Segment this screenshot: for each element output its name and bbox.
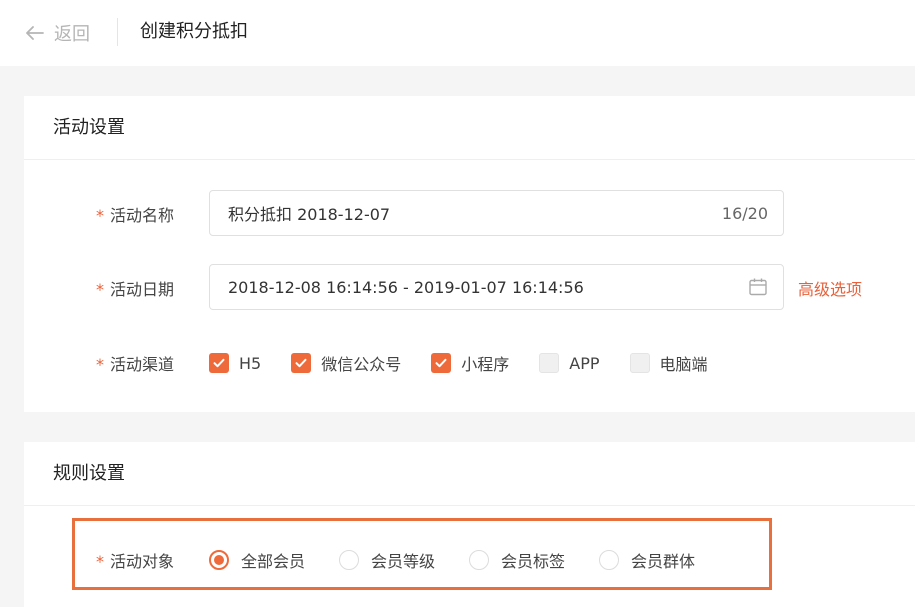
checkbox-label: H5 [239,353,262,373]
rule-settings-card: 规则设置 * 活动对象 全部会员 会员等级 会员标签 会员群体 [24,442,915,607]
radio-label: 全部会员 [241,552,306,571]
checkbox-label: APP [569,353,600,373]
radio-member-tag[interactable]: 会员标签 [469,548,565,572]
header-divider [117,18,118,46]
target-radio-group: 全部会员 会员等级 会员标签 会员群体 [209,548,729,572]
channel-checkbox-group: H5 微信公众号 小程序 APP 电脑端 [209,351,738,375]
activity-name-value: 积分抵扣 2018-12-07 [228,205,391,224]
activity-date-range-picker[interactable]: 2018-12-08 16:14:56 - 2019-01-07 16:14:5… [209,264,784,310]
required-mark: * [96,280,104,299]
checkbox-h5[interactable]: H5 [209,353,261,373]
activity-name-label-text: 活动名称 [110,206,175,225]
radio-member-group[interactable]: 会员群体 [599,548,695,572]
activity-name-label: * 活动名称 [96,202,206,226]
checkbox-mini-program[interactable]: 小程序 [431,351,509,375]
activity-settings-title: 活动设置 [24,96,915,160]
activity-channel-label: * 活动渠道 [96,351,206,375]
checkbox-checked-icon [431,353,452,373]
checkbox-label: 微信公众号 [321,355,402,374]
checkbox-checked-icon [291,353,312,373]
char-count: 16/20 [721,203,768,223]
back-label: 返回 [54,24,90,45]
arrow-left-icon [26,26,44,40]
checkbox-unchecked-icon [629,353,650,373]
back-button[interactable]: 返回 [26,19,90,47]
radio-unselected-icon [599,550,620,570]
activity-settings-card: 活动设置 * 活动名称 积分抵扣 2018-12-07 16/20 * 活动日期 2… [24,96,915,412]
radio-unselected-icon [469,550,490,570]
radio-all-members[interactable]: 全部会员 [209,548,305,572]
activity-channel-label-text: 活动渠道 [110,355,175,374]
checkbox-checked-icon [209,353,229,373]
radio-label: 会员等级 [371,552,436,571]
activity-date-label-text: 活动日期 [110,280,175,299]
checkbox-unchecked-icon [539,353,560,373]
checkbox-wechat-official[interactable]: 微信公众号 [291,351,401,375]
checkbox-label: 小程序 [461,355,510,374]
activity-name-input[interactable]: 积分抵扣 2018-12-07 16/20 [209,190,784,236]
activity-target-label: * 活动对象 [96,548,206,572]
activity-date-label: * 活动日期 [96,276,206,300]
radio-label: 会员群体 [631,552,696,571]
checkbox-app[interactable]: APP [539,353,600,373]
page-title: 创建积分抵扣 [140,21,248,42]
checkbox-label: 电脑端 [659,355,708,374]
activity-target-label-text: 活动对象 [110,552,175,571]
required-mark: * [96,355,104,374]
advanced-options-link[interactable]: 高级选项 [798,276,862,300]
checkbox-desktop[interactable]: 电脑端 [629,351,708,375]
radio-selected-icon [209,550,229,570]
required-mark: * [96,552,104,571]
radio-unselected-icon [339,550,360,570]
radio-member-level[interactable]: 会员等级 [339,548,435,572]
activity-date-value: 2018-12-08 16:14:56 - 2019-01-07 16:14:5… [228,277,584,297]
top-bar: 返回 创建积分抵扣 [0,0,915,66]
rule-settings-title: 规则设置 [24,442,915,506]
calendar-icon[interactable] [748,277,768,297]
required-mark: * [96,206,104,225]
radio-label: 会员标签 [501,552,566,571]
